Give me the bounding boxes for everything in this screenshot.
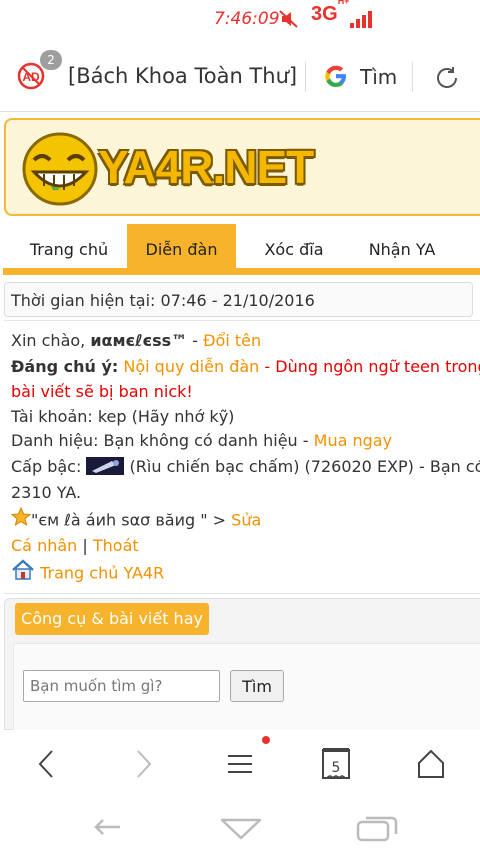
status-bar: 7:46:09 3GH+ [0,0,480,38]
current-time-box: Thời gian hiện tại: 07:46 - 21/10/2016 [4,282,473,317]
grinning-face-icon[interactable] [20,130,100,212]
account-line: Tài khoản: kep (Hãy nhớ kỹ) [11,407,235,426]
greeting-line: Xin chào, иαмєℓєѕѕ™ - Đổi tên [11,331,261,350]
buy-title-link[interactable]: Mua ngay [314,431,392,450]
status-time: 7:46:09 [214,9,280,29]
tab-xoc-dia[interactable]: Xóc đĩa [246,224,342,268]
rules-link[interactable]: Nội quy diễn đàn [123,357,259,376]
site-nav: Trang chủ Diễn đàn Xóc đĩa Nhận YA [0,224,480,270]
google-icon[interactable] [322,62,350,94]
mute-icon [278,8,300,34]
back-icon[interactable] [34,748,58,784]
edit-status-link[interactable]: Sửa [231,511,261,530]
search-button[interactable]: Tìm [360,65,397,89]
account-links: Cá nhân | Thoát [11,536,139,555]
notice-label: Đáng chú ý: [11,357,119,376]
rank-badge-icon [86,456,125,475]
browser-toolbar: AD 2 [Bách Khoa Toàn Thư] Tìm [0,50,480,106]
pipe-separator: | [77,536,93,555]
forward-icon[interactable] [132,748,156,784]
notice-text: - Dùng ngôn ngữ teen trong [259,357,480,376]
toolbar-divider [305,62,306,92]
home-line: Trang chủ YA4R [11,559,164,587]
network-indicator: 3GH+ [311,0,350,26]
home-icon[interactable] [416,748,446,784]
android-nav-bar [0,800,480,854]
tab-trang-chu[interactable]: Trang chủ [16,224,122,268]
status-line: "єм ℓà áиh ѕασ вăиg " > Sửa [10,506,261,533]
page-title-url[interactable]: [Bách Khoa Toàn Thư] [68,64,297,88]
menu-icon[interactable] [226,748,254,784]
reload-icon[interactable] [432,63,462,97]
tab-nhan-ya[interactable]: Nhận YA [352,224,452,268]
site-logo-text[interactable]: YA4R.NET [98,140,314,194]
tabs-count: 5 [332,760,341,776]
site-header: YA4R.NET [4,118,480,216]
notice-line: Đáng chú ý: Nội quy diễn đàn - Dùng ngôn… [11,357,480,376]
username: иαмєℓєѕѕ™ [90,331,188,350]
greeting-prefix: Xin chào, [11,331,86,350]
tools-section: Công cụ & bài viết hay Tìm [4,598,480,731]
rank-prefix: Cấp bậc: [11,457,82,476]
status-message: "єм ℓà áиh ѕασ вăиg " > [31,510,232,530]
forum-search-button[interactable]: Tìm [230,670,284,702]
browser-bottom-bar: 5 [0,730,480,800]
house-icon [11,559,35,585]
system-recents-icon[interactable] [356,816,398,846]
tools-section-title: Công cụ & bài viết hay [15,603,209,635]
rename-link[interactable]: Đổi tên [203,331,261,350]
rank-text: (Rìu chiến bạc chấm) (726020 EXP) - Bạn … [124,457,480,476]
logout-link[interactable]: Thoát [93,536,139,555]
star-icon [10,506,32,531]
user-info-panel: Xin chào, иαмєℓєѕѕ™ - Đổi tên Đáng chú ý… [4,320,480,594]
tab-dien-dan[interactable]: Diễn đàn [127,224,236,268]
toolbar-bottom-divider [0,111,480,112]
nav-underline [3,268,480,275]
profile-link[interactable]: Cá nhân [11,536,77,555]
rank-line: Cấp bậc: (Rìu chiến bạc chấm) (726020 EX… [11,456,480,477]
notice-text-cont: bài viết sẽ bị ban nick! [11,382,193,401]
forum-search-input[interactable] [23,670,220,702]
tools-search-area: Tìm [13,643,480,731]
home-link[interactable]: Trang chủ YA4R [40,564,164,583]
network-sup: H+ [337,0,350,7]
system-home-icon[interactable] [220,816,262,846]
system-back-icon[interactable] [92,816,122,842]
signal-icon [350,10,376,32]
menu-notification-dot [262,736,270,744]
title-line: Danh hiệu: Bạn không có danh hiệu - Mua … [11,431,392,450]
network-type: 3G [311,3,338,25]
toolbar-divider [412,62,413,92]
tabs-icon[interactable]: 5 [321,748,351,786]
title-text: Danh hiệu: Bạn không có danh hiệu - [11,431,314,450]
adblock-count-badge: 2 [40,50,62,70]
ya-balance: 2310 YA. [11,483,82,502]
separator: - [187,331,204,350]
